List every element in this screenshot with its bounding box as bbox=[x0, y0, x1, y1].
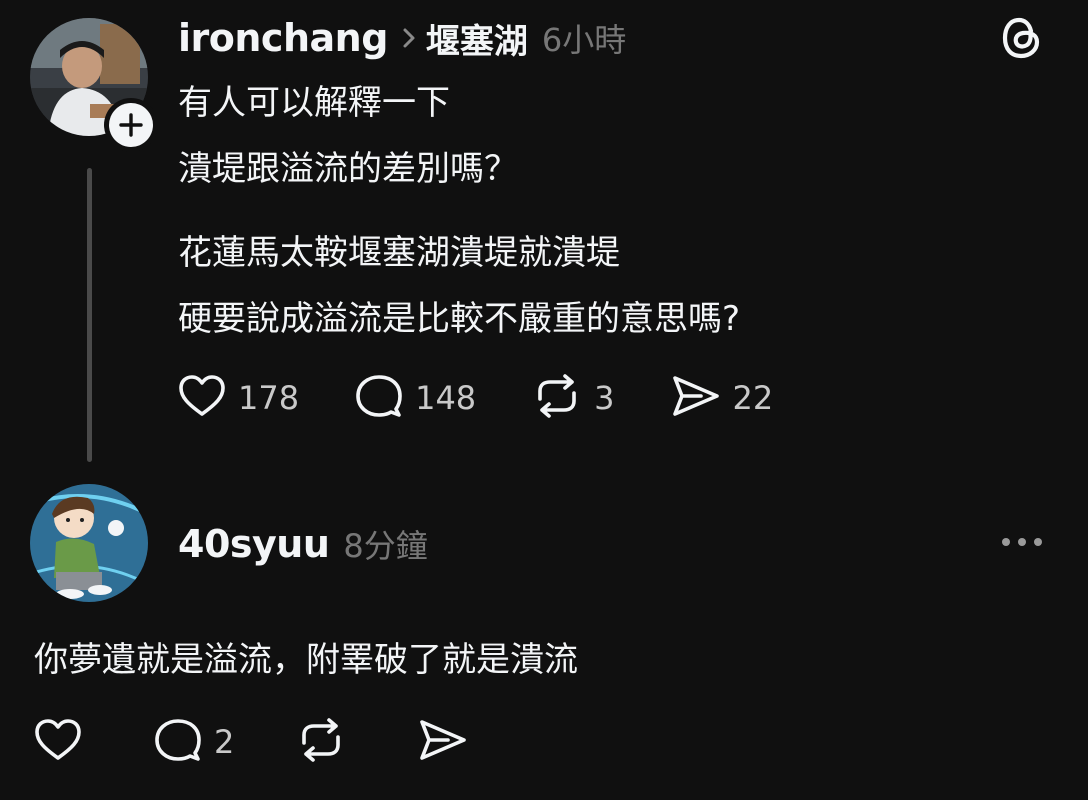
post-body-paragraph-2: 花蓮馬太鞍堰塞湖潰堤就潰堤 硬要說成溢流是比較不嚴重的意思嗎? bbox=[178, 220, 1058, 352]
avatar-illustration bbox=[30, 484, 148, 602]
post-topic[interactable]: 堰塞湖 bbox=[426, 14, 528, 63]
comment-icon bbox=[154, 717, 202, 767]
more-icon[interactable] bbox=[998, 528, 1046, 556]
reply-actions: 2 bbox=[34, 714, 540, 770]
follow-button[interactable] bbox=[104, 98, 158, 152]
reply-repost-button[interactable] bbox=[296, 717, 346, 767]
post-line: 硬要說成溢流是比較不嚴重的意思嗎? bbox=[178, 299, 741, 339]
reply-username[interactable]: 40syuu bbox=[178, 522, 330, 566]
plus-icon bbox=[109, 103, 153, 147]
post-line: 有人可以解釋一下 bbox=[178, 83, 450, 123]
post-actions: 178 148 3 22 bbox=[178, 370, 829, 426]
reply-header: 40syuu 8分鐘 bbox=[178, 518, 428, 570]
reply-share-button[interactable] bbox=[418, 718, 468, 766]
post-time: 6小時 bbox=[541, 21, 627, 59]
post-body-paragraph-1: 有人可以解釋一下 潰堤跟溢流的差別嗎？ bbox=[178, 70, 1058, 202]
share-button[interactable]: 22 bbox=[671, 374, 774, 422]
reply-like-button[interactable] bbox=[34, 718, 82, 766]
reply-comment-count: 2 bbox=[214, 723, 235, 761]
reply-time: 8分鐘 bbox=[343, 527, 428, 565]
reply-avatar[interactable] bbox=[30, 484, 148, 602]
send-icon bbox=[671, 374, 721, 422]
reply-button[interactable]: 148 bbox=[355, 373, 476, 423]
like-count: 178 bbox=[238, 379, 300, 417]
reply-count: 148 bbox=[415, 379, 477, 417]
post-header: ironchang 堰塞湖 6小時 bbox=[178, 12, 626, 64]
post-line: 花蓮馬太鞍堰塞湖潰堤就潰堤 bbox=[178, 233, 620, 273]
repost-count: 3 bbox=[594, 379, 615, 417]
thread-line bbox=[87, 168, 92, 462]
repost-button[interactable]: 3 bbox=[532, 373, 615, 423]
repost-icon bbox=[296, 717, 346, 767]
heart-icon bbox=[178, 374, 226, 422]
post-username[interactable]: ironchang bbox=[178, 16, 388, 60]
like-button[interactable]: 178 bbox=[178, 374, 299, 422]
threads-logo-icon bbox=[998, 14, 1046, 62]
share-count: 22 bbox=[732, 379, 774, 417]
reply-comment-button[interactable]: 2 bbox=[154, 717, 234, 767]
send-icon bbox=[418, 718, 468, 766]
heart-icon bbox=[34, 718, 82, 766]
chevron-right-icon bbox=[400, 25, 418, 51]
comment-icon bbox=[355, 373, 403, 423]
post-line: 潰堤跟溢流的差別嗎？ bbox=[178, 149, 518, 189]
reply-body: 你夢遺就是溢流，附睪破了就是潰流 bbox=[34, 640, 578, 680]
repost-icon bbox=[532, 373, 582, 423]
